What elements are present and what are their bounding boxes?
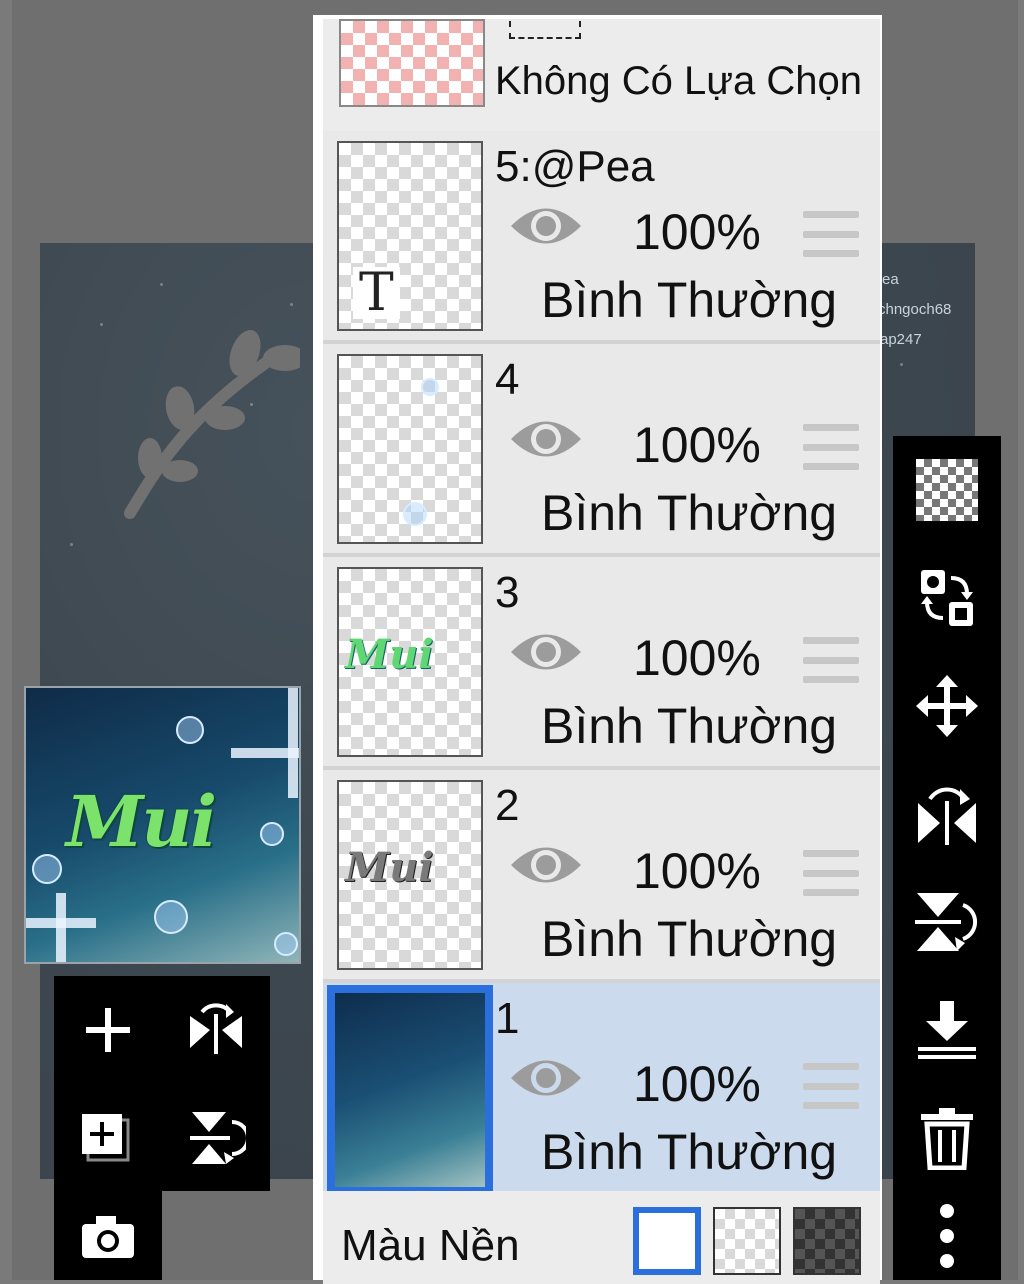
layer-blend-mode[interactable]: Bình Thường <box>541 914 837 964</box>
credit-text: ap247 <box>880 331 922 348</box>
drag-handle-icon[interactable] <box>803 637 859 683</box>
layer-name: 4 <box>495 355 520 404</box>
selection-marquee-icon <box>509 21 581 39</box>
visibility-toggle[interactable] <box>509 414 583 464</box>
merge-down-icon <box>918 1001 976 1059</box>
move-button[interactable] <box>893 652 1001 760</box>
swap-layer-button[interactable] <box>893 544 1001 652</box>
eye-icon <box>511 208 581 244</box>
flip-horizontal-rotate-icon <box>190 1003 242 1054</box>
move-icon <box>916 675 978 737</box>
add-layer-button[interactable] <box>54 976 162 1084</box>
layer-thumb-art: Mui <box>345 631 434 678</box>
add-layer-icon <box>86 1008 130 1052</box>
layer-thumbnail <box>327 985 493 1195</box>
visibility-toggle[interactable] <box>509 1053 583 1103</box>
layer-row[interactable]: Mui 2 100% Bình Thường <box>323 770 880 983</box>
layer-blend-mode[interactable]: Bình Thường <box>541 488 837 538</box>
layer-blend-mode[interactable]: Bình Thường <box>541 275 837 325</box>
delete-layer-button[interactable] <box>893 1084 1001 1192</box>
eye-icon <box>511 847 581 883</box>
layer-thumbnail: Mui <box>337 567 483 757</box>
layer-name: 5:@Pea <box>495 142 655 191</box>
visibility-toggle[interactable] <box>509 627 583 677</box>
more-icon <box>940 1204 954 1268</box>
preview-title-text: Mui <box>66 780 217 863</box>
flip-vertical-rotate-button[interactable] <box>162 1084 270 1192</box>
drag-handle-icon[interactable] <box>803 424 859 470</box>
eye-icon <box>511 634 581 670</box>
flip-horizontal-rotate-button[interactable] <box>162 976 270 1084</box>
swap-layer-icon <box>921 570 973 626</box>
layer-opacity[interactable]: 100% <box>633 846 761 896</box>
swatch-white[interactable] <box>633 1207 701 1275</box>
visibility-toggle[interactable] <box>509 201 583 251</box>
eye-icon <box>511 1060 581 1096</box>
layer-opacity[interactable]: 100% <box>633 420 761 470</box>
add-copy-layer-button[interactable] <box>54 1084 162 1192</box>
left-toolbar-extension <box>54 1190 162 1280</box>
layer-thumb-art: Mui <box>345 844 434 891</box>
text-layer-glyph: T <box>353 267 400 319</box>
layer-blend-mode[interactable]: Bình Thường <box>541 701 837 751</box>
layer-thumbnail <box>337 354 483 544</box>
layer-row[interactable]: Mui 3 100% Bình Thường <box>323 557 880 770</box>
flip-vertical-icon <box>915 893 978 951</box>
layer-panel: Không Có Lựa Chọn T 5:@Pea 100% Bình Thư… <box>313 15 882 1284</box>
selection-layer-row[interactable]: Không Có Lựa Chọn <box>323 19 880 135</box>
trash-icon <box>921 1108 973 1170</box>
flip-vertical-rotate-icon <box>190 1112 246 1164</box>
flip-horizontal-icon <box>918 787 976 845</box>
transparency-button[interactable] <box>893 436 1001 544</box>
canvas-preview[interactable]: Mui <box>24 686 301 964</box>
layer-opacity[interactable]: 100% <box>633 633 761 683</box>
layer-opacity[interactable]: 100% <box>633 1059 761 1109</box>
swatch-dark-checker[interactable] <box>793 1207 861 1275</box>
layer-name: 1 <box>495 994 520 1043</box>
layer-opacity[interactable]: 100% <box>633 207 761 257</box>
eye-icon <box>511 421 581 457</box>
layer-thumbnail: T <box>337 141 483 331</box>
background-color-row: Màu Nền <box>323 1191 880 1284</box>
layer-row[interactable]: T 5:@Pea 100% Bình Thường <box>323 131 880 344</box>
more-options-button[interactable] <box>893 1192 1001 1280</box>
selection-label: Không Có Lựa Chọn <box>495 59 863 103</box>
flip-vertical-button[interactable] <box>893 868 1001 976</box>
add-copy-layer-icon <box>82 1114 130 1162</box>
visibility-toggle[interactable] <box>509 840 583 890</box>
camera-button[interactable] <box>54 1190 162 1280</box>
credit-text: ea <box>882 271 899 288</box>
merge-down-button[interactable] <box>893 976 1001 1084</box>
layer-row-selected[interactable]: 1 100% Bình Thường <box>323 983 880 1196</box>
drag-handle-icon[interactable] <box>803 1063 859 1109</box>
flip-horizontal-button[interactable] <box>893 760 1001 868</box>
layer-name: 2 <box>495 781 520 830</box>
left-toolbar <box>54 976 270 1191</box>
credit-text: chngoch68 <box>878 301 952 318</box>
drag-handle-icon[interactable] <box>803 850 859 896</box>
layer-thumbnail: Mui <box>337 780 483 970</box>
selection-thumb <box>339 19 485 107</box>
right-toolbar <box>893 436 1001 1280</box>
drag-handle-icon[interactable] <box>803 211 859 257</box>
layer-name: 3 <box>495 568 520 617</box>
background-color-label: Màu Nền <box>341 1221 520 1270</box>
layer-row[interactable]: 4 100% Bình Thường <box>323 344 880 557</box>
transparency-icon <box>916 459 978 521</box>
camera-icon <box>82 1216 134 1258</box>
swatch-transparent[interactable] <box>713 1207 781 1275</box>
layer-blend-mode[interactable]: Bình Thường <box>541 1127 837 1177</box>
